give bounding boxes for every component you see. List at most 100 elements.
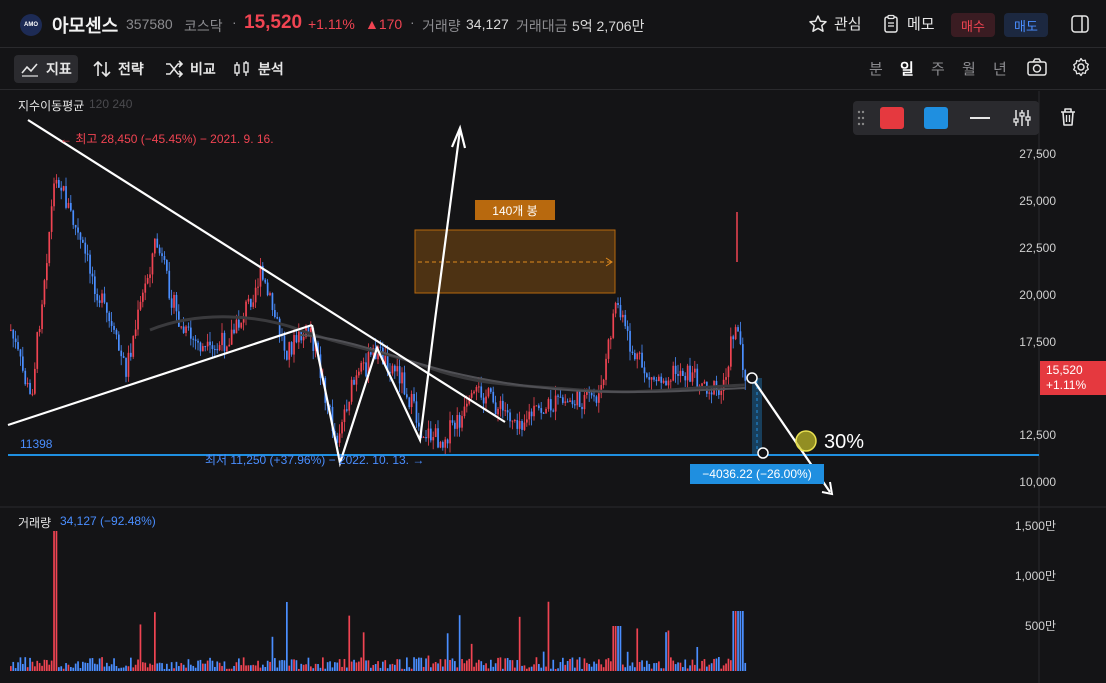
- sell-button[interactable]: 매도: [1004, 13, 1048, 37]
- candle-body: [125, 357, 127, 377]
- candle-body: [461, 416, 463, 428]
- change-amount: ▲170: [365, 16, 403, 32]
- volume-bar: [377, 661, 379, 671]
- drag-handle-icon[interactable]: [857, 109, 865, 127]
- volume-bar: [31, 661, 34, 671]
- volume-bar: [502, 668, 504, 671]
- candle-body: [427, 428, 430, 439]
- volume-bar: [326, 662, 329, 671]
- candle-body: [101, 293, 103, 303]
- candle-body: [178, 311, 180, 327]
- candle-body: [17, 342, 19, 350]
- candle-body: [110, 321, 113, 326]
- volume-bar: [461, 659, 463, 671]
- candle-body: [353, 379, 355, 385]
- indicator-button[interactable]: 지표: [14, 55, 78, 83]
- wave-pattern[interactable]: [310, 129, 462, 468]
- volume-bar: [178, 666, 180, 671]
- candle-body: [74, 224, 77, 228]
- settings-sliders-icon[interactable]: [1012, 108, 1032, 128]
- stock-name[interactable]: 아모센스: [52, 12, 118, 38]
- volume-bar: [739, 611, 742, 671]
- candle-body: [360, 362, 363, 372]
- candle-body: [593, 395, 595, 397]
- candle-body: [137, 309, 139, 330]
- fill-color-swatch[interactable]: [924, 107, 948, 129]
- volume-bar: [396, 659, 399, 671]
- volume-bar: [742, 611, 744, 671]
- volume-bar: [730, 660, 732, 671]
- candle-body: [358, 371, 360, 376]
- candle-body: [350, 379, 353, 402]
- ascending-trendline[interactable]: [7, 323, 313, 427]
- candle-body: [31, 393, 34, 395]
- candle-body: [504, 410, 507, 412]
- candle-body: [518, 420, 521, 429]
- memo-button[interactable]: 메모: [881, 13, 935, 34]
- amount-label: 거래대금: [516, 18, 568, 34]
- line-style-icon[interactable]: [970, 117, 990, 119]
- period-month[interactable]: 월: [962, 58, 976, 79]
- volume-bar: [526, 668, 528, 671]
- favorite-button[interactable]: 관심: [808, 13, 862, 34]
- volume-bar: [506, 657, 509, 671]
- compare-button[interactable]: 비교: [158, 55, 222, 83]
- volume-bar: [406, 657, 408, 671]
- candle-body: [446, 439, 449, 444]
- candle-body: [113, 325, 115, 330]
- volume-bar: [202, 663, 204, 671]
- compare-label: 비교: [190, 61, 216, 77]
- volume-bar: [98, 658, 101, 671]
- volume-bar: [125, 665, 127, 671]
- volume-bar: [348, 615, 351, 671]
- camera-icon[interactable]: [1026, 57, 1048, 77]
- candle-body: [422, 436, 425, 438]
- volume-bar: [185, 667, 187, 671]
- volume-bar: [331, 667, 334, 671]
- volume-bar: [454, 661, 456, 671]
- candle-body: [84, 242, 87, 254]
- volume-bar: [355, 662, 358, 671]
- period-day[interactable]: 일: [900, 58, 914, 79]
- volume-bar: [290, 659, 293, 671]
- trash-icon[interactable]: [1057, 106, 1079, 128]
- volume-bar: [298, 668, 300, 671]
- volume-bar: [134, 664, 137, 671]
- indicator-params: 120 240: [89, 97, 133, 111]
- buy-button[interactable]: 매수: [951, 13, 995, 37]
- period-year[interactable]: 년: [993, 58, 1007, 79]
- volume-bar: [732, 611, 735, 671]
- strategy-button[interactable]: 전략: [86, 55, 150, 83]
- volume-bar: [643, 666, 646, 671]
- volume-bar: [353, 659, 355, 671]
- candle-body: [34, 368, 36, 394]
- line-color-swatch[interactable]: [880, 107, 904, 129]
- indicator-name[interactable]: 지수이동평균: [18, 97, 84, 114]
- candle-body: [14, 338, 17, 343]
- volume-bar: [142, 662, 144, 671]
- candle-body: [218, 345, 221, 351]
- volume-bar: [482, 665, 485, 671]
- sort-arrows-icon: [93, 60, 111, 78]
- candle-body: [396, 366, 399, 372]
- candle-body: [283, 335, 286, 351]
- candle-body: [293, 335, 295, 355]
- candle-body: [259, 265, 262, 287]
- candle-body: [605, 358, 607, 380]
- volume-bar: [494, 663, 497, 671]
- candle-body: [58, 179, 60, 188]
- target-marker[interactable]: [795, 430, 817, 452]
- gear-icon[interactable]: [1071, 57, 1091, 77]
- period-week[interactable]: 주: [931, 58, 945, 79]
- period-minute[interactable]: 분: [869, 58, 883, 79]
- price-chart[interactable]: [0, 91, 1106, 683]
- volume-bar: [444, 659, 447, 671]
- candle-body: [338, 433, 341, 443]
- candle-body: [26, 382, 29, 385]
- volume-bar: [115, 665, 118, 671]
- volume-bar: [511, 660, 514, 671]
- candle-body: [118, 334, 120, 351]
- analysis-button[interactable]: 분석: [226, 55, 290, 83]
- candle-body: [478, 386, 480, 388]
- side-panel-icon[interactable]: [1070, 14, 1090, 34]
